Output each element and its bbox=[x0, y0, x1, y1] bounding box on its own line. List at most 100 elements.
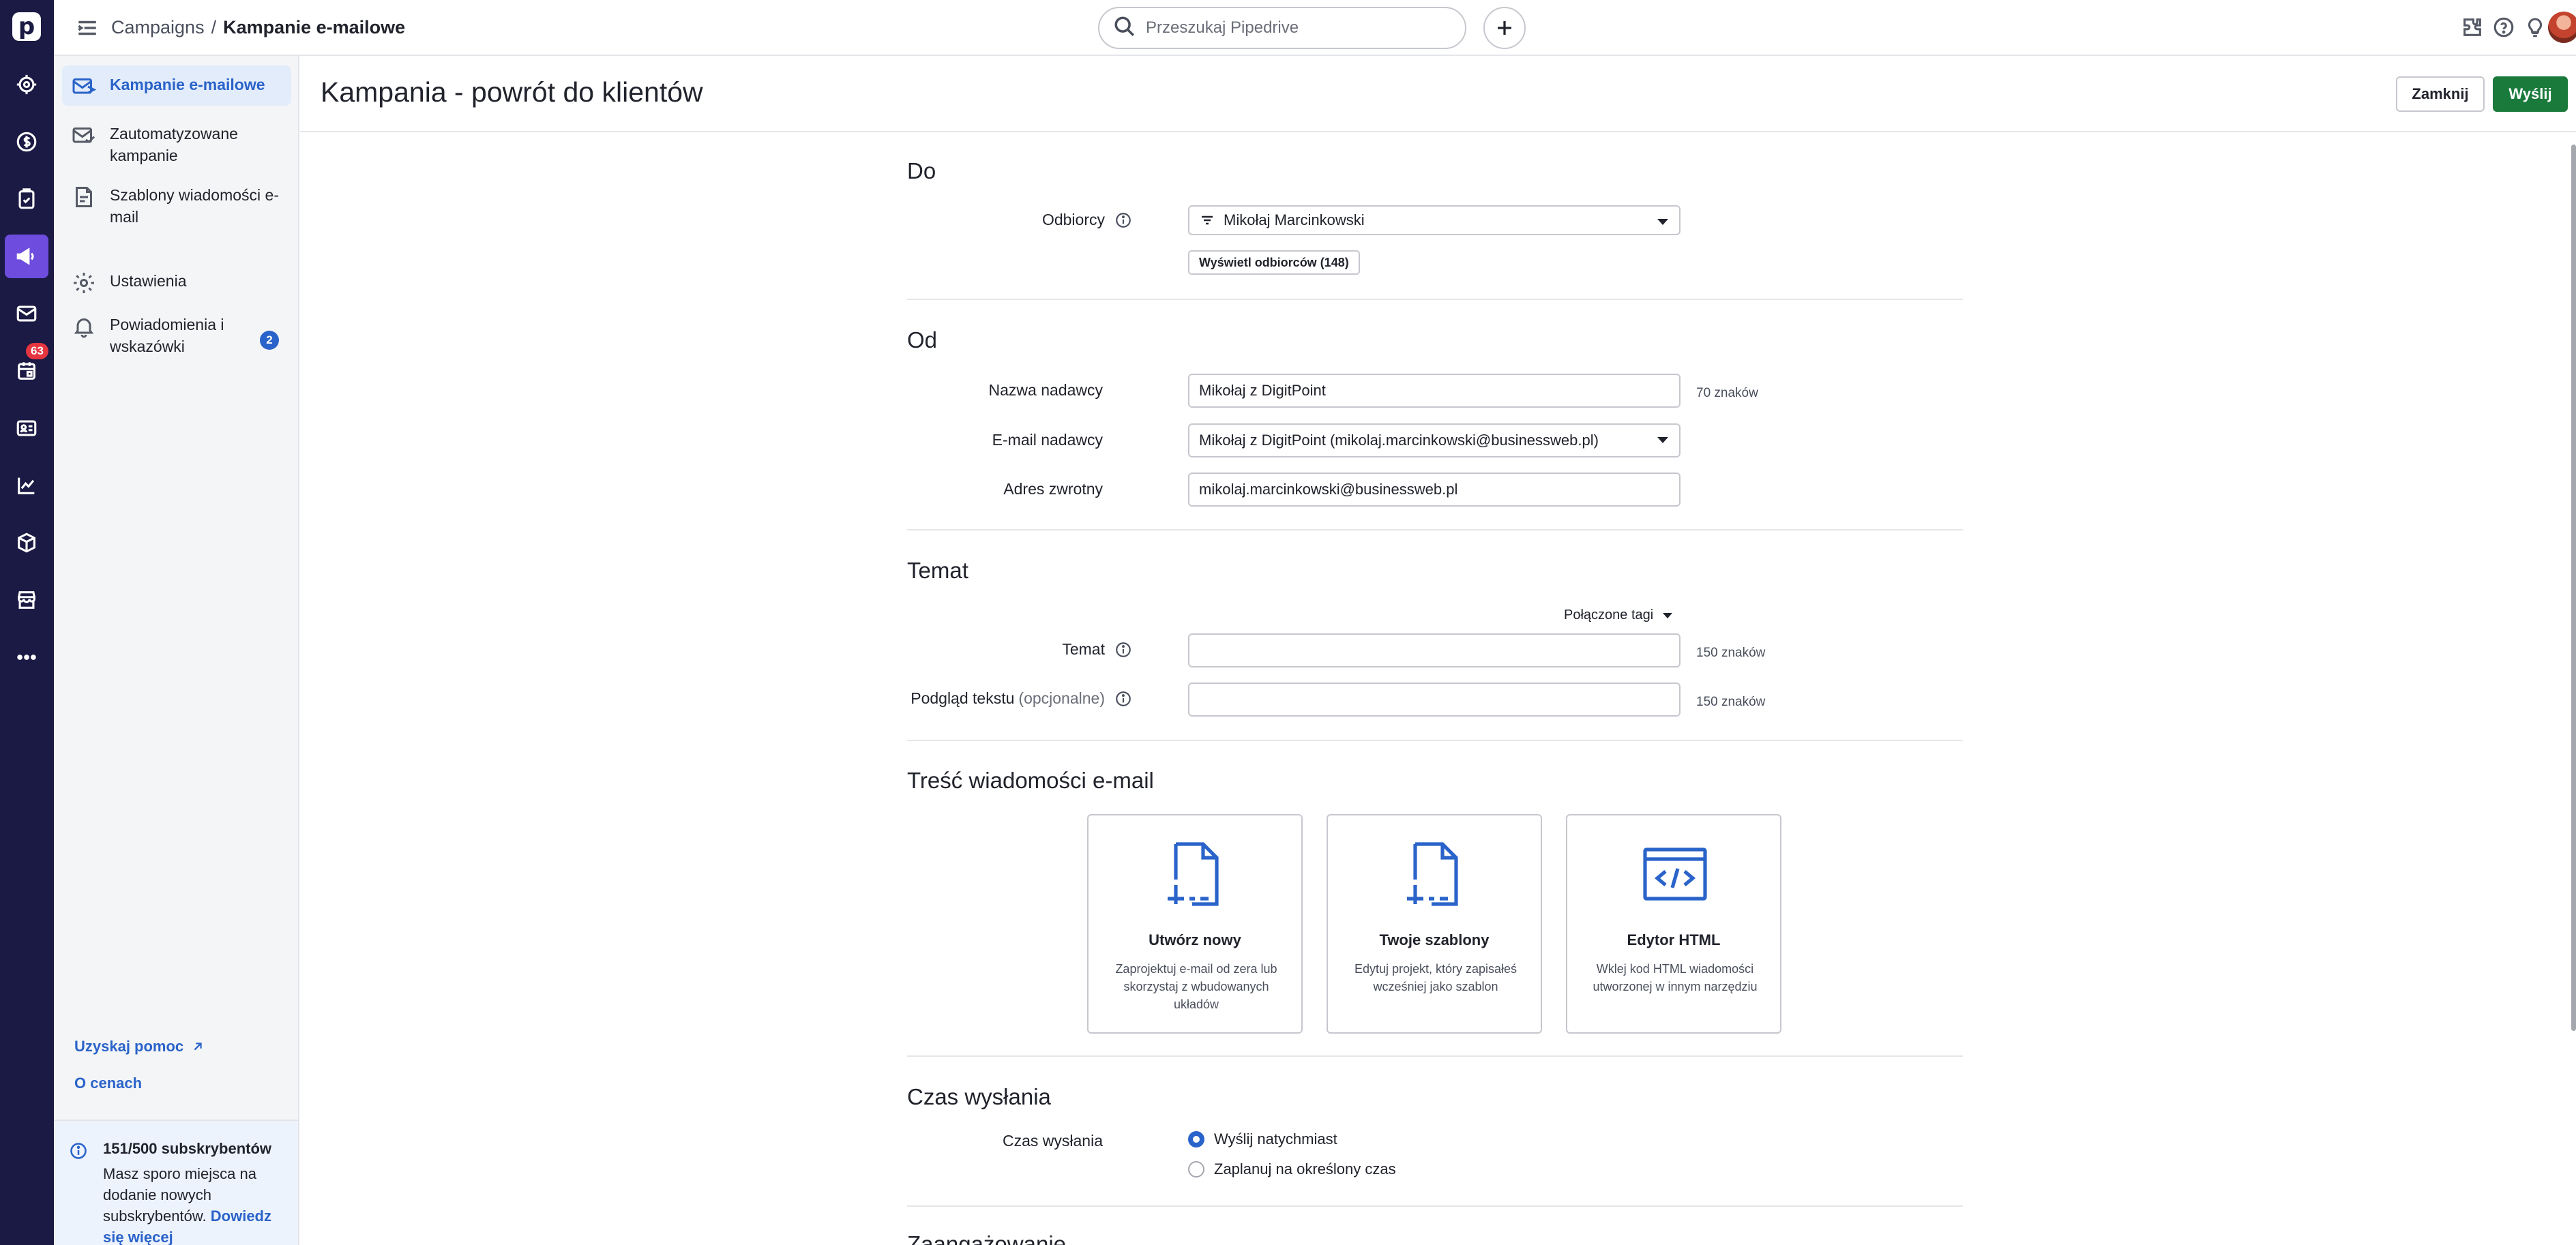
schedule-option[interactable]: Zaplanuj na określony czas bbox=[1188, 1160, 1396, 1178]
recipients-label: Odbiorcy bbox=[1041, 211, 1131, 229]
page-title: Kampania - powrót do klientów bbox=[321, 76, 703, 108]
section-title-from: Od bbox=[907, 327, 938, 352]
section-title-send-time: Czas wysłania bbox=[907, 1084, 1051, 1109]
info-icon[interactable] bbox=[1114, 690, 1132, 708]
sidebar-item-notifications[interactable]: Powiadomienia i wskazówki 2 bbox=[62, 305, 291, 364]
collapse-menu-icon[interactable] bbox=[76, 16, 100, 40]
sidebar-item-email-templates[interactable]: Szablony wiadomości e-mail bbox=[62, 176, 291, 235]
recipients-select[interactable]: Mikołaj Marcinkowski bbox=[1188, 205, 1681, 235]
send-button[interactable]: Wyślij bbox=[2493, 76, 2568, 112]
sidebar-item-label: Ustawienia bbox=[110, 272, 187, 290]
card-description: Edytuj projekt, który zapisałeś wcześnie… bbox=[1354, 962, 1518, 993]
preview-text-input[interactable] bbox=[1188, 682, 1681, 717]
user-avatar[interactable] bbox=[2548, 12, 2576, 43]
section-title-engagement: Zaangażowanie bbox=[907, 1231, 1066, 1245]
dollar-icon[interactable] bbox=[5, 120, 48, 164]
radar-icon[interactable] bbox=[5, 63, 48, 106]
checklist-icon[interactable] bbox=[5, 177, 48, 221]
notifications-badge: 2 bbox=[260, 331, 279, 350]
info-icon[interactable] bbox=[1114, 641, 1132, 659]
bell-icon bbox=[72, 314, 96, 339]
sender-email-label: E-mail nadawcy bbox=[992, 431, 1103, 449]
card-title: Utwórz nowy bbox=[1149, 931, 1241, 948]
recipients-label-text: Odbiorcy bbox=[1041, 211, 1105, 228]
mail-icon[interactable] bbox=[5, 292, 48, 335]
subject-label-text: Temat bbox=[1062, 640, 1105, 658]
send-now-option[interactable]: Wyślij natychmiast bbox=[1188, 1130, 1337, 1148]
template-document-icon bbox=[1402, 839, 1470, 910]
more-icon[interactable] bbox=[5, 635, 48, 679]
section-title-content: Treść wiadomości e-mail bbox=[907, 768, 1154, 793]
new-document-icon bbox=[1162, 839, 1230, 910]
breadcrumb-parent[interactable]: Campaigns bbox=[111, 17, 205, 38]
info-icon bbox=[69, 1141, 88, 1160]
close-button[interactable]: Zamknij bbox=[2396, 76, 2485, 112]
recipients-value: Mikołaj Marcinkowski bbox=[1224, 211, 1365, 228]
sidebar-item-settings[interactable]: Ustawienia bbox=[62, 262, 291, 302]
reply-address-input[interactable]: mikolaj.marcinkowski@businessweb.pl bbox=[1188, 472, 1681, 507]
sender-email-value: Mikołaj z DigitPoint (mikolaj.marcinkows… bbox=[1199, 432, 1599, 449]
subject-counter: 150 znaków bbox=[1696, 646, 1766, 660]
sender-name-value: Mikołaj z DigitPoint bbox=[1199, 382, 1326, 399]
optional-tag: (opcjonalne) bbox=[1018, 689, 1105, 707]
sender-name-counter: 70 znaków bbox=[1696, 386, 1758, 400]
preview-label: Podgląd tekstu (opcjonalne) bbox=[911, 689, 1131, 708]
quick-add-button[interactable] bbox=[1483, 7, 1526, 49]
radio-unselected[interactable] bbox=[1188, 1161, 1204, 1178]
filter-icon bbox=[1199, 212, 1215, 228]
contact-card-icon[interactable] bbox=[5, 406, 48, 450]
sender-email-select[interactable]: Mikołaj z DigitPoint (mikolaj.marcinkows… bbox=[1188, 423, 1681, 457]
store-icon[interactable] bbox=[5, 578, 48, 622]
pricing-label: O cenach bbox=[74, 1075, 143, 1092]
plus-icon bbox=[1498, 21, 1511, 35]
reply-address-label: Adres zwrotny bbox=[1003, 480, 1103, 498]
megaphone-icon[interactable] bbox=[5, 235, 48, 278]
section-title-to: Do bbox=[907, 158, 936, 183]
search-input[interactable] bbox=[1146, 18, 1446, 38]
create-new-card[interactable]: Utwórz nowy Zaprojektuj e-mail od zera l… bbox=[1087, 814, 1303, 1034]
merge-tags-dropdown[interactable]: Połączone tagi bbox=[1564, 608, 1673, 623]
divider bbox=[907, 529, 1963, 530]
get-help-link[interactable]: Uzyskaj pomoc bbox=[74, 1038, 205, 1055]
template-icon bbox=[72, 185, 96, 209]
preview-text-counter: 150 znaków bbox=[1696, 695, 1766, 709]
pipedrive-logo[interactable]: p bbox=[12, 12, 41, 41]
sidebar-item-email-campaigns[interactable]: Kampanie e-mailowe bbox=[62, 65, 291, 106]
card-title: Edytor HTML bbox=[1627, 931, 1721, 948]
card-title: Twoje szablony bbox=[1379, 931, 1490, 948]
merge-tags-label: Połączone tagi bbox=[1564, 608, 1654, 622]
show-recipients-button[interactable]: Wyświetl odbiorców (148) bbox=[1188, 250, 1360, 275]
chart-icon[interactable] bbox=[5, 464, 48, 507]
radio-label: Zaplanuj na określony czas bbox=[1214, 1160, 1396, 1178]
campaigns-sidebar: Kampanie e-mailowe Zautomatyzowane kampa… bbox=[54, 56, 299, 1245]
automation-mail-icon bbox=[72, 123, 96, 148]
radio-selected[interactable] bbox=[1188, 1131, 1204, 1148]
divider bbox=[907, 740, 1963, 741]
chevron-down-icon bbox=[1657, 437, 1668, 443]
chevron-down-icon bbox=[1663, 612, 1673, 618]
html-editor-card[interactable]: Edytor HTML Wklej kod HTML wiadomości ut… bbox=[1566, 814, 1781, 1034]
radio-label: Wyślij natychmiast bbox=[1214, 1130, 1337, 1148]
breadcrumb-separator: / bbox=[211, 17, 217, 38]
box-icon[interactable] bbox=[5, 521, 48, 565]
calendar-icon[interactable] bbox=[5, 349, 48, 393]
info-icon[interactable] bbox=[1114, 211, 1132, 229]
section-title-subject: Temat bbox=[907, 558, 968, 583]
search-box[interactable] bbox=[1098, 7, 1466, 49]
your-templates-card[interactable]: Twoje szablony Edytuj projekt, który zap… bbox=[1327, 814, 1542, 1034]
subject-input[interactable] bbox=[1188, 633, 1681, 668]
sidebar-item-automated-campaigns[interactable]: Zautomatyzowane kampanie bbox=[62, 115, 291, 173]
preview-label-text: Podgląd tekstu bbox=[911, 689, 1015, 707]
sender-name-label: Nazwa nadawcy bbox=[988, 381, 1103, 399]
sender-name-input[interactable]: Mikołaj z DigitPoint bbox=[1188, 374, 1681, 408]
extensions-icon[interactable] bbox=[2459, 14, 2486, 41]
search-icon bbox=[1113, 15, 1136, 42]
code-window-icon bbox=[1641, 839, 1709, 910]
scrollbar[interactable] bbox=[2571, 145, 2576, 1031]
help-icon[interactable] bbox=[2490, 14, 2517, 41]
breadcrumb-current: Kampanie e-mailowe bbox=[223, 17, 406, 38]
breadcrumb: Campaigns / Kampanie e-mailowe bbox=[111, 15, 405, 40]
lightbulb-icon[interactable] bbox=[2521, 14, 2549, 41]
email-campaign-icon bbox=[72, 74, 97, 99]
pricing-link[interactable]: O cenach bbox=[74, 1075, 142, 1092]
